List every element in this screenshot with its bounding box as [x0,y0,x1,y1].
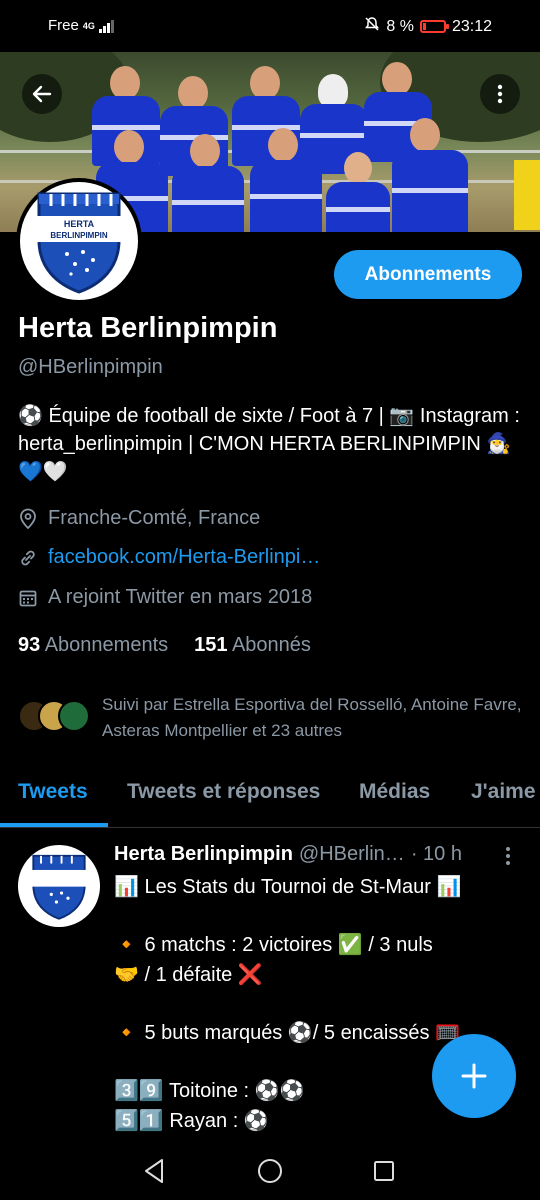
profile-avatar[interactable]: HERTA BERLINPIMPIN [16,178,142,304]
club-logo: HERTA BERLINPIMPIN [20,182,138,300]
signal-icon [98,19,114,33]
followed-by-text: Suivi par Estrella Esportiva del Rossell… [102,695,522,740]
status-right: 8 % 23:12 [364,16,492,37]
profile-website[interactable]: facebook.com/Herta-Berlinpi… [18,546,320,569]
joined-text: A rejoint Twitter en mars 2018 [48,586,313,608]
more-options-button[interactable] [480,74,520,114]
tweet-avatar[interactable] [18,845,100,927]
logo-text-line2: BERLINPIMPIN [50,231,108,240]
tab-likes[interactable]: J'aime [471,780,536,804]
profile-joined: A rejoint Twitter en mars 2018 [18,586,312,609]
profile-tabs: Tweets Tweets et réponses Médias J'aime [0,762,540,828]
battery-percent: 8 % [386,17,414,35]
banner-sign [514,160,540,230]
profile-location: Franche-Comté, France [18,507,260,530]
active-tab-indicator [0,823,108,827]
website-link[interactable]: facebook.com/Herta-Berlinpi… [48,546,320,569]
location-text: Franche-Comté, France [48,507,261,529]
tweet-more-button[interactable] [500,846,516,871]
followed-by-avatars [18,700,92,736]
calendar-icon [19,590,37,606]
followers-label: Abonnés [231,634,311,656]
system-nav-bar [0,1140,540,1200]
following-count: 93 [18,634,41,656]
more-vertical-icon [497,84,503,104]
mute-icon [364,16,380,37]
tab-media[interactable]: Médias [359,780,430,804]
following-label: Abonnements [44,634,169,656]
followed-by[interactable]: Suivi par Estrella Esportiva del Rossell… [18,692,532,744]
tweet-text-line: 3️⃣9️⃣ Toitoine : ⚽⚽ [114,1080,305,1102]
carrier-label: Free [48,17,79,34]
profile-bio: ⚽ Équipe de football de sixte / Foot à 7… [18,405,520,483]
profile-handle: @HBerlinpimpin [18,356,163,378]
followers-stat[interactable]: 151 Abonnés [194,634,311,657]
back-triangle-icon[interactable] [142,1158,166,1184]
status-bar: Free 4G 8 % 23:12 [0,0,540,52]
network-type: 4G [82,20,95,31]
recents-square-icon[interactable] [373,1160,395,1182]
logo-text-line1: HERTA [64,219,95,229]
tweet-text-line: 5️⃣1️⃣ Rayan : ⚽ [114,1110,269,1132]
tweet-time: · 10 h [410,843,462,865]
tweet-text-line: 📊 Les Stats du Tournoi de St-Maur 📊 [114,876,462,898]
back-button[interactable] [22,74,62,114]
tweet-text-line: 🤝 / 1 défaite ❌ [114,964,263,986]
avatar [58,700,90,732]
status-left: Free 4G [48,17,114,34]
tweet-header: Herta Berlinpimpin @HBerlin… · 10 h [114,843,514,866]
battery-icon [419,20,449,33]
following-button[interactable]: Abonnements [334,250,522,299]
tab-tweets[interactable]: Tweets [18,780,88,804]
followers-count: 151 [194,634,228,656]
tweet-author-name[interactable]: Herta Berlinpimpin [114,843,293,866]
following-stat[interactable]: 93 Abonnements [18,634,168,657]
location-pin-icon [20,508,36,529]
home-circle-icon[interactable] [257,1158,283,1184]
follow-stats: 93 Abonnements 151 Abonnés [18,634,311,657]
more-vertical-icon [506,847,510,865]
tweet-text-line: 🔸 5 buts marqués ⚽/ 5 encaissés 🥅 [114,1022,460,1044]
tab-tweets-replies[interactable]: Tweets et réponses [127,780,320,804]
plus-icon [461,1063,487,1089]
arrow-left-icon [32,85,52,103]
tweet-text-line: 🔸 6 matchs : 2 victoires ✅ / 3 nuls [114,934,433,956]
tweet-author-handle: @HBerlin… [298,843,405,865]
link-icon [21,550,35,565]
profile-name: Herta Berlinpimpin [18,312,278,344]
clock: 23:12 [451,17,492,35]
compose-tweet-button[interactable] [432,1034,516,1118]
